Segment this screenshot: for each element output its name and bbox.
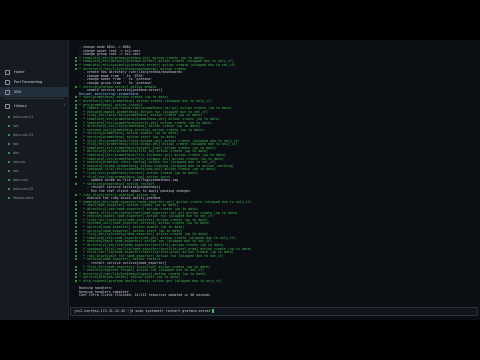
sidebar-divider (4, 98, 64, 99)
history-status-dot (8, 125, 10, 127)
status-bullet (75, 60, 77, 63)
status-bullet (75, 150, 77, 153)
status-bullet (75, 164, 77, 167)
status-bullet (75, 272, 77, 275)
history-status-dot (8, 197, 10, 199)
status-bullet (75, 218, 77, 221)
port-forward-icon (5, 79, 10, 85)
status-bullet (75, 161, 77, 164)
status-bullet (75, 226, 77, 228)
status-bullet (75, 247, 77, 250)
sidebar-item-label: SSH (14, 90, 22, 94)
status-bullet (75, 110, 77, 113)
status-bullet (75, 175, 77, 178)
history-item[interactable]: ubuntu (13, 160, 25, 164)
sidebar-item-label: Port Forwarding (14, 80, 43, 84)
status-bullet (75, 103, 77, 106)
status-bullet (75, 236, 77, 239)
sidebar-item-home[interactable]: Home (0, 67, 68, 77)
history-item[interactable]: dev (13, 151, 19, 155)
status-bullet (75, 143, 77, 146)
terminal-prompt: [ec2-user@ip-172-31-22-45 ~]$ sudo syste… (74, 309, 211, 313)
terminal-icon (5, 89, 10, 95)
history-item[interactable]: docs-ssh (13, 178, 28, 182)
status-bullet (75, 67, 77, 70)
status-bullet (75, 128, 77, 131)
history-status-dot (8, 170, 10, 172)
history-item[interactable]: docs-ssh-02 (13, 187, 33, 191)
status-bullet (75, 215, 77, 218)
status-bullet (75, 56, 77, 59)
status-bullet (75, 240, 77, 243)
status-bullet (75, 64, 77, 66)
history-label: History (14, 104, 27, 108)
history-status-dot (8, 179, 10, 181)
status-bullet (75, 100, 77, 102)
status-bullet (75, 132, 77, 135)
status-bullet (75, 258, 77, 261)
history-status-dot (8, 188, 10, 190)
history-item[interactable]: ssh (13, 169, 19, 173)
status-bullet (75, 182, 77, 185)
status-bullet (75, 244, 77, 246)
history-status-dot (8, 152, 10, 154)
sidebar: Home Port Forwarding SSH History ‹ docs-ssh-0… (0, 40, 69, 320)
status-bullet (75, 85, 77, 88)
history-status-dot (8, 143, 10, 145)
status-bullet (75, 125, 77, 128)
status-bullet (75, 280, 77, 282)
history-icon (5, 103, 10, 109)
terminal-line: Chef Infra Client finished, 14/212 resou… (79, 293, 211, 298)
status-bullet (75, 118, 77, 120)
status-bullet (75, 211, 77, 214)
history-status-dot (8, 116, 10, 118)
terminal-output[interactable]: - change mode 0644 -> 0664- change owner… (69, 40, 480, 320)
status-bullet (75, 107, 77, 110)
history-status-dot (8, 161, 10, 163)
status-bullet (75, 121, 77, 124)
status-bullet (75, 229, 77, 232)
history-header[interactable]: History (0, 101, 68, 111)
sidebar-item-label: Home (14, 70, 25, 74)
status-bullet (75, 208, 77, 210)
status-bullet (75, 157, 77, 160)
status-bullet (75, 251, 77, 254)
status-bullet (75, 276, 77, 279)
status-bullet (75, 233, 77, 236)
status-bullet (75, 200, 77, 203)
cursor-caret (212, 309, 214, 313)
status-bullet (75, 114, 77, 117)
history-item[interactable]: docs-ssh-03 (13, 133, 33, 137)
status-bullet (75, 204, 77, 207)
status-bullet (75, 254, 77, 257)
app-window: Home Port Forwarding SSH History ‹ docs-ssh-0… (0, 40, 480, 320)
status-bullet (75, 172, 77, 174)
history-item[interactable]: ssh (13, 124, 19, 128)
status-bullet (75, 136, 77, 138)
status-bullet (75, 193, 77, 196)
history-item[interactable]: docs-ssh-01 (13, 115, 33, 119)
terminal-line: * http_request[grafana health check] act… (79, 279, 222, 283)
status-bullet (75, 222, 77, 225)
status-bullet (75, 146, 77, 149)
sidebar-item-port-forwarding[interactable]: Port Forwarding (0, 77, 68, 87)
history-item[interactable]: Stacks-docs (13, 196, 33, 200)
status-bullet (75, 139, 77, 142)
history-item[interactable]: ssh (13, 142, 19, 146)
status-bullet (75, 154, 77, 156)
sidebar-item-ssh[interactable]: SSH (0, 87, 68, 97)
history-status-dot (8, 134, 10, 136)
status-bullet (75, 269, 77, 272)
status-bullet (75, 265, 77, 268)
status-bullet (75, 96, 77, 99)
terminal-input[interactable]: [ec2-user@ip-172-31-22-45 ~]$ sudo syste… (70, 307, 478, 316)
status-bullet (75, 168, 77, 171)
collapse-sidebar-icon[interactable]: ‹ (63, 102, 66, 108)
home-icon (5, 69, 10, 75)
